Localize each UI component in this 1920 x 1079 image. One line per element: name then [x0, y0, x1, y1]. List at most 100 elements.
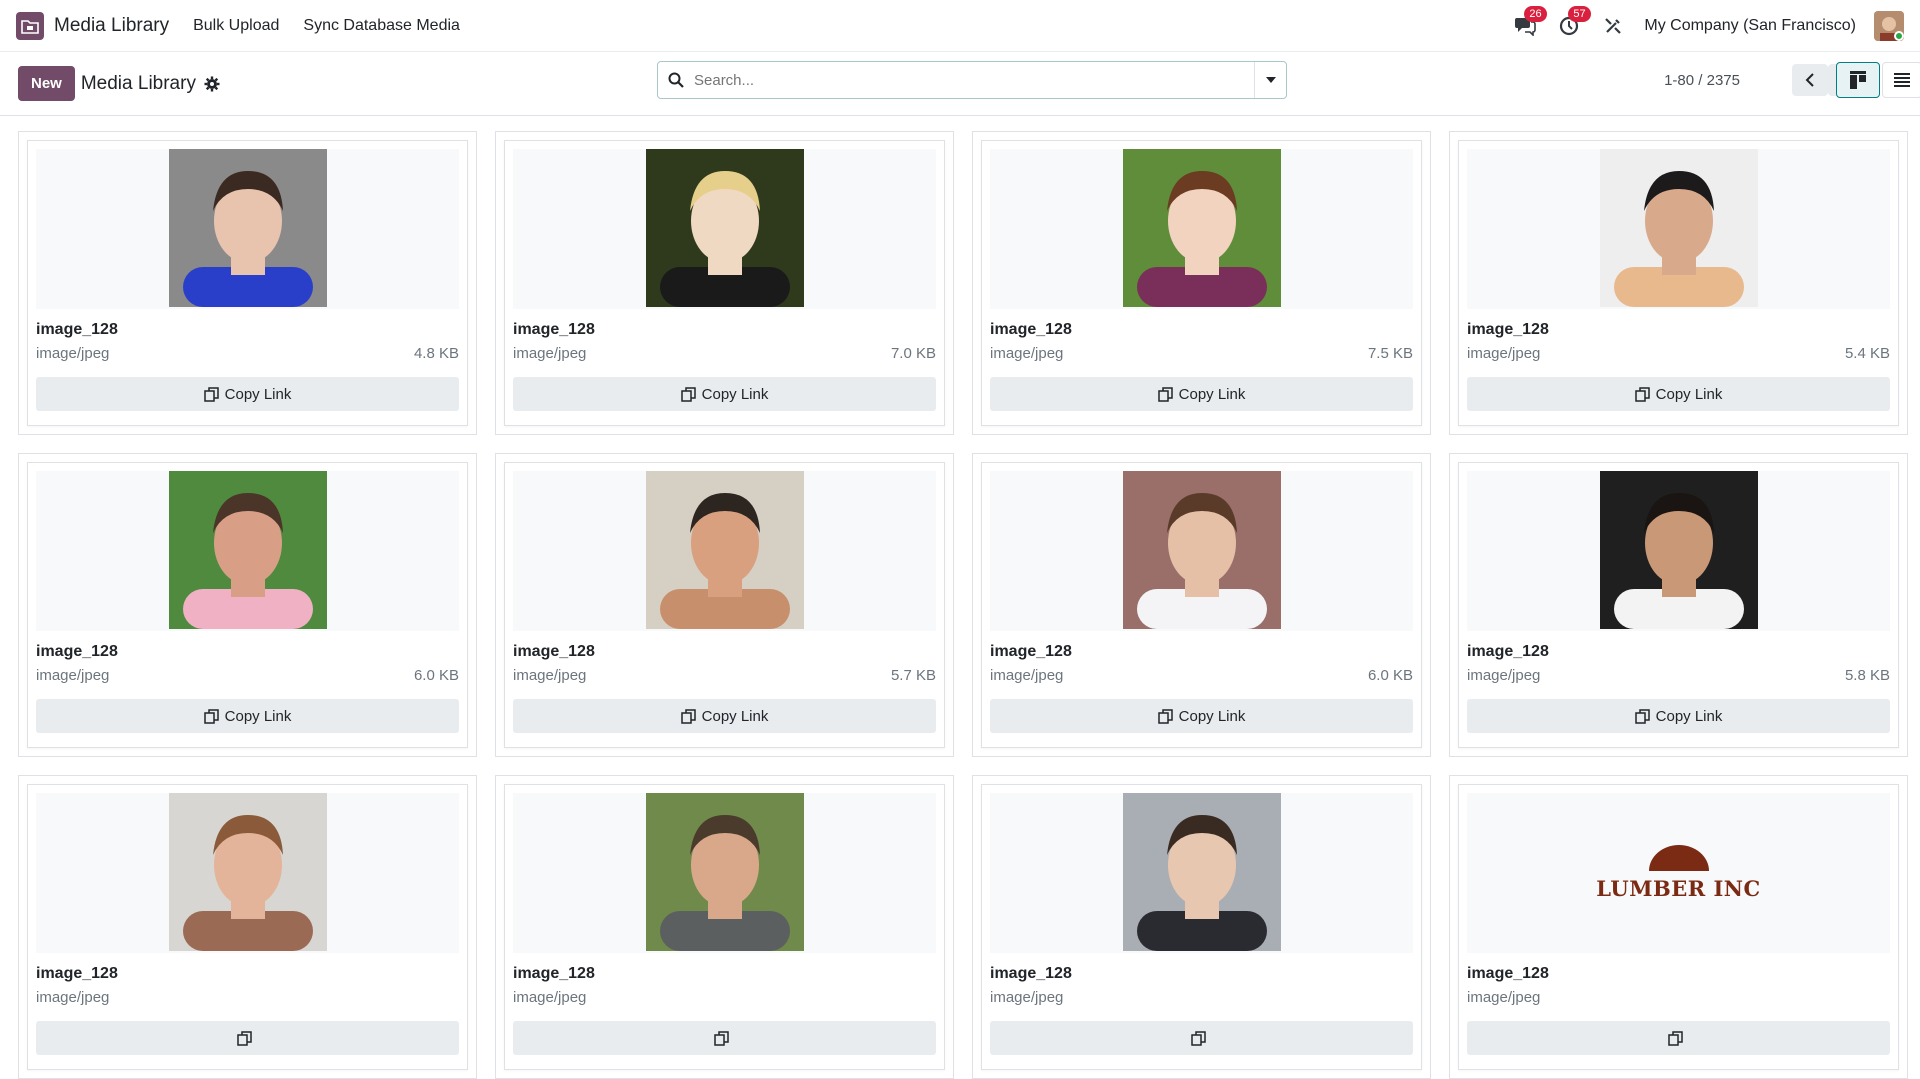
kanban-card-inner: image_128 image/jpeg 6.0 KB Copy Link [27, 462, 468, 748]
app-name[interactable]: Media Library [54, 15, 169, 37]
list-view-button[interactable] [1882, 62, 1920, 98]
file-size: 5.8 KB [1844, 667, 1890, 684]
kanban-card[interactable]: image_128 image/jpeg [972, 775, 1431, 1079]
user-avatar[interactable] [1874, 10, 1904, 41]
messages-badge: 26 [1524, 5, 1547, 22]
copy-link-button[interactable]: Copy Link [1467, 377, 1890, 411]
copy-link-label: Copy Link [224, 385, 292, 403]
caret-down-icon [1265, 77, 1276, 83]
mimetype: image/jpeg [1467, 989, 1541, 1006]
copy-icon [714, 1030, 729, 1046]
mimetype: image/jpeg [1467, 345, 1541, 362]
kanban-card-inner: image_128 image/jpeg 6.0 KB Copy Link [981, 462, 1422, 748]
kanban-card[interactable]: image_128 image/jpeg [18, 775, 477, 1079]
kanban-card[interactable]: image_128 image/jpeg 4.8 KB Copy Link [18, 131, 477, 435]
file-size: 7.0 KB [890, 345, 936, 362]
saw-blade-logo [1648, 845, 1709, 871]
copy-icon [680, 708, 696, 724]
kanban-card[interactable]: image_128 image/jpeg 5.7 KB Copy Link [495, 453, 954, 757]
thumbnail-image[interactable] [1122, 149, 1281, 307]
kanban-card[interactable]: image_128 image/jpeg 5.4 KB Copy Link [1449, 131, 1908, 435]
kanban-card[interactable]: image_128 image/jpeg [495, 775, 954, 1079]
kanban-card[interactable]: image_128 image/jpeg 6.0 KB Copy Link [972, 453, 1431, 757]
thumbnail-area [1467, 471, 1890, 631]
kanban-card-inner: image_128 image/jpeg 7.0 KB Copy Link [504, 140, 945, 426]
activities-badge: 57 [1568, 5, 1591, 22]
attachment-name: image_128 [36, 965, 118, 982]
attachment-name: image_128 [1467, 321, 1549, 338]
menu-sync-database-media[interactable]: Sync Database Media [303, 17, 460, 35]
file-size: 5.7 KB [890, 667, 936, 684]
thumbnail-area [1467, 149, 1890, 309]
thumbnail-image[interactable] [1599, 149, 1758, 307]
lumber-logo[interactable]: LUMBER INC [1596, 845, 1760, 901]
breadcrumb-title: Media Library [80, 72, 196, 94]
thumbnail-area [990, 793, 1413, 953]
app-icon[interactable] [16, 11, 44, 40]
copy-link-button[interactable]: Copy Link [36, 377, 459, 411]
thumbnail-area [990, 149, 1413, 309]
kanban-card[interactable]: image_128 image/jpeg 5.8 KB Copy Link [1449, 453, 1908, 757]
attachment-name: image_128 [990, 965, 1072, 982]
thumbnail-image[interactable] [168, 149, 327, 307]
search-icon [658, 72, 694, 88]
kanban-card[interactable]: LUMBER INC image_128 image/jpeg [1449, 775, 1908, 1079]
attachment-meta: image/jpeg [1467, 989, 1890, 1006]
thumbnail-image[interactable] [645, 471, 804, 629]
file-size: 5.4 KB [1844, 345, 1890, 362]
copy-link-button[interactable]: Copy Link [36, 699, 459, 733]
activities-button[interactable]: 57 [1556, 5, 1591, 39]
kanban-card[interactable]: image_128 image/jpeg 7.0 KB Copy Link [495, 131, 954, 435]
copy-link-button[interactable]: Copy Link [990, 377, 1413, 411]
thumbnail-image[interactable] [1122, 793, 1281, 951]
kanban-card-inner: image_128 image/jpeg [981, 784, 1422, 1070]
kanban-card[interactable]: image_128 image/jpeg 6.0 KB Copy Link [18, 453, 477, 757]
thumbnail-image[interactable] [645, 793, 804, 951]
copy-icon [1157, 386, 1173, 402]
thumbnail-image[interactable] [168, 471, 327, 629]
menu-bulk-upload[interactable]: Bulk Upload [193, 17, 279, 35]
debug-tools-button[interactable] [1600, 13, 1626, 39]
copy-link-button[interactable] [1467, 1021, 1890, 1055]
copy-link-label: Copy Link [224, 707, 292, 725]
search-bar [657, 61, 1287, 99]
mimetype: image/jpeg [36, 667, 110, 684]
messages-button[interactable]: 26 [1512, 5, 1547, 39]
search-options-toggle[interactable] [1254, 62, 1286, 98]
thumbnail-area [513, 471, 936, 631]
file-size: 7.5 KB [1367, 345, 1413, 362]
copy-link-button[interactable] [36, 1021, 459, 1055]
search-input[interactable] [694, 62, 1254, 98]
attachment-meta: image/jpeg 7.0 KB [513, 345, 936, 362]
thumbnail-image[interactable] [645, 149, 804, 307]
copy-link-label: Copy Link [1655, 707, 1723, 725]
copy-link-button[interactable] [513, 1021, 936, 1055]
gear-icon[interactable] [204, 76, 220, 92]
kanban-card-inner: image_128 image/jpeg 5.4 KB Copy Link [1458, 140, 1899, 426]
thumbnail-area [513, 793, 936, 953]
thumbnail-area [513, 149, 936, 309]
kanban-view-button[interactable] [1836, 62, 1880, 98]
copy-link-button[interactable] [990, 1021, 1413, 1055]
copy-icon [1634, 386, 1650, 402]
copy-link-button[interactable]: Copy Link [1467, 699, 1890, 733]
pager-value[interactable]: 1-80 / 2375 [1664, 72, 1740, 89]
mimetype: image/jpeg [990, 989, 1064, 1006]
kanban-card-inner: image_128 image/jpeg 5.7 KB Copy Link [504, 462, 945, 748]
copy-link-button[interactable]: Copy Link [990, 699, 1413, 733]
copy-icon [1191, 1030, 1206, 1046]
company-switcher[interactable]: My Company (San Francisco) [1644, 17, 1856, 35]
copy-link-button[interactable]: Copy Link [513, 699, 936, 733]
mimetype: image/jpeg [36, 989, 110, 1006]
attachment-name: image_128 [513, 643, 595, 660]
attachment-meta: image/jpeg 5.8 KB [1467, 667, 1890, 684]
attachment-name: image_128 [990, 321, 1072, 338]
kanban-card[interactable]: image_128 image/jpeg 7.5 KB Copy Link [972, 131, 1431, 435]
thumbnail-image[interactable] [1122, 471, 1281, 629]
copy-link-button[interactable]: Copy Link [513, 377, 936, 411]
thumbnail-image[interactable] [168, 793, 327, 951]
pager-previous-button[interactable] [1792, 64, 1828, 96]
thumbnail-image[interactable] [1599, 471, 1758, 629]
copy-link-label: Copy Link [1655, 385, 1723, 403]
new-button[interactable]: New [18, 66, 75, 101]
